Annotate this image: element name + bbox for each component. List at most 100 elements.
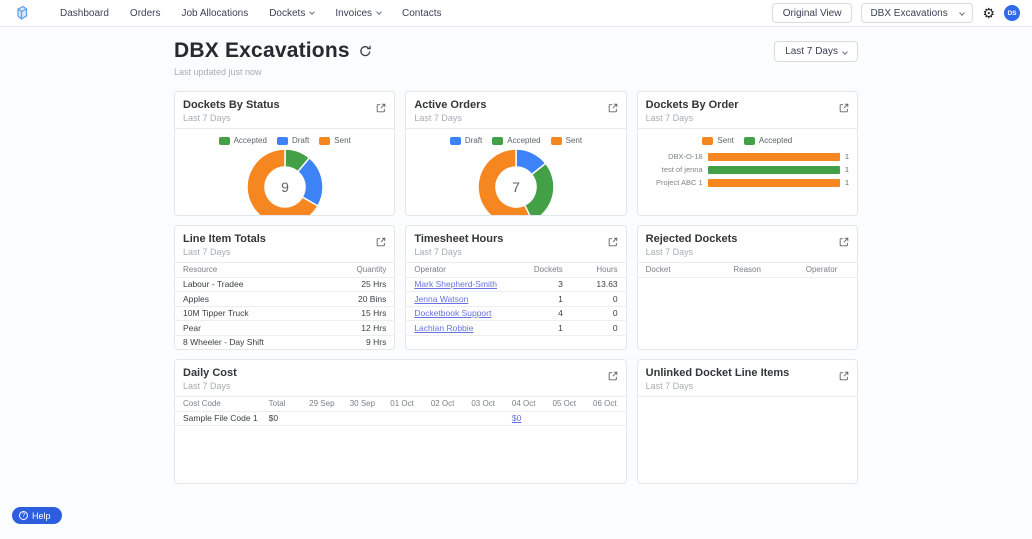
table-timesheet-hours: OperatorDocketsHoursMark Shepherd-Smith3…: [406, 263, 625, 349]
card-subtitle: Last 7 Days: [183, 381, 237, 391]
nav-item-job-allocations[interactable]: Job Allocations: [181, 8, 248, 19]
card-title: Dockets By Order: [646, 99, 739, 111]
chevron-down-icon: [376, 9, 382, 15]
nav-item-invoices[interactable]: Invoices: [335, 8, 381, 19]
expand-icon[interactable]: [839, 100, 849, 118]
table-cell: Mark Shepherd-Smith: [406, 277, 520, 292]
table-row: Sample File Code 1$0$0: [175, 411, 626, 426]
bar-value: 1: [840, 178, 849, 187]
donut-svg: 7: [476, 147, 556, 216]
card-timesheet-hours: Timesheet Hours Last 7 Days OperatorDock…: [405, 225, 626, 350]
nav-item-dashboard[interactable]: Dashboard: [60, 8, 109, 19]
refresh-icon[interactable]: [359, 45, 372, 58]
card-subtitle: Last 7 Days: [183, 113, 280, 123]
expand-icon[interactable]: [376, 234, 386, 252]
table-daily-cost: Cost CodeTotal29 Sep30 Sep01 Oct02 Oct03…: [175, 397, 626, 483]
avatar[interactable]: DS: [1004, 5, 1020, 21]
table-cell: 15 Hrs: [324, 306, 394, 321]
donut-chart-dockets-by-status: 9: [183, 147, 386, 216]
table-row: 10M Tipper Truck15 Hrs: [175, 306, 394, 321]
table-row: Lachlan Robbie10: [406, 321, 625, 336]
legend-item: Sent: [319, 136, 350, 145]
table-cell: [301, 411, 342, 426]
donut-svg: 9: [245, 147, 325, 216]
bar-fill: [708, 153, 840, 161]
legend-swatch: [551, 137, 562, 145]
donut-center-total: 7: [512, 179, 520, 195]
table-header-row: OperatorDocketsHours: [406, 263, 625, 277]
card-subtitle: Last 7 Days: [646, 247, 738, 257]
table-link[interactable]: Mark Shepherd-Smith: [414, 279, 497, 289]
card-dockets-by-status: Dockets By Status Last 7 Days AcceptedDr…: [174, 91, 395, 216]
column-header: 29 Sep: [301, 397, 342, 411]
card-title: Timesheet Hours: [414, 233, 503, 245]
table-link[interactable]: Lachlan Robbie: [414, 323, 473, 333]
column-header: 02 Oct: [423, 397, 464, 411]
bar-category-label: DBX-O-18: [646, 152, 708, 161]
column-header: Operator: [406, 263, 520, 277]
table-cell: 20 Bins: [324, 292, 394, 307]
bar-track: [708, 166, 840, 174]
table-cell: 8 Wheeler - Day Shift: [175, 335, 324, 350]
table-row: Mark Shepherd-Smith313.63: [406, 277, 625, 292]
nav-item-dockets[interactable]: Dockets: [269, 8, 314, 19]
column-header: 30 Sep: [342, 397, 383, 411]
expand-icon[interactable]: [376, 100, 386, 118]
legend-item: Accepted: [492, 136, 540, 145]
column-header: Reason: [725, 263, 797, 277]
nav-item-orders[interactable]: Orders: [130, 8, 161, 19]
table-cell: [544, 411, 585, 426]
legend-swatch: [702, 137, 713, 145]
bar-category-label: Project ABC 1: [646, 178, 708, 187]
legend-item: Sent: [702, 136, 733, 145]
chart-legend: Accepted Draft Sent: [183, 134, 386, 147]
expand-icon[interactable]: [608, 234, 618, 252]
card-subtitle: Last 7 Days: [646, 381, 790, 391]
legend-swatch: [277, 137, 288, 145]
column-header: 03 Oct: [463, 397, 504, 411]
account-selector[interactable]: DBX Excavations: [861, 3, 973, 23]
nav-item-contacts[interactable]: Contacts: [402, 8, 441, 19]
card-subtitle: Last 7 Days: [646, 113, 739, 123]
expand-icon[interactable]: [608, 100, 618, 118]
expand-icon[interactable]: [839, 234, 849, 252]
app-logo-icon[interactable]: [12, 4, 30, 22]
column-header: 05 Oct: [544, 397, 585, 411]
page-head: DBX Excavations Last updated just now La…: [174, 39, 858, 77]
bar-fill: [708, 179, 840, 187]
table-cell: [585, 411, 626, 426]
column-header: Resource: [175, 263, 324, 277]
expand-icon[interactable]: [839, 368, 849, 386]
column-header: Cost Code: [175, 397, 261, 411]
legend-item: Accepted: [219, 136, 267, 145]
bar-row: test of jenna1: [646, 163, 849, 176]
bar-value: 1: [840, 152, 849, 161]
bar-category-label: test of jenna: [646, 165, 708, 174]
table-cell: Sample File Code 1: [175, 411, 261, 426]
table-link[interactable]: Docketbook Support: [414, 308, 491, 318]
settings-gear-icon[interactable]: ⚙: [982, 6, 995, 20]
legend-swatch: [319, 137, 330, 145]
table-cell: Docketbook Support: [406, 306, 520, 321]
date-range-button[interactable]: Last 7 Days: [774, 41, 858, 62]
help-button[interactable]: ? Help: [12, 507, 62, 524]
expand-icon[interactable]: [608, 368, 618, 386]
column-header: Hours: [571, 263, 626, 277]
table-cell: [463, 411, 504, 426]
table-link[interactable]: $0: [512, 413, 521, 423]
legend-item: Sent: [551, 136, 582, 145]
card-subtitle: Last 7 Days: [414, 247, 503, 257]
original-view-button[interactable]: Original View: [772, 3, 853, 23]
legend-item: Draft: [277, 136, 309, 145]
table-cell: Labour - Tradee: [175, 277, 324, 292]
column-header: Dockets: [520, 263, 570, 277]
bar-row: DBX-O-18 1: [646, 150, 849, 163]
card-line-item-totals: Line Item Totals Last 7 Days ResourceQua…: [174, 225, 395, 350]
card-daily-cost: Daily Cost Last 7 Days Cost CodeTotal29 …: [174, 359, 627, 484]
table-link[interactable]: Jenna Watson: [414, 294, 468, 304]
account-selector-value: DBX Excavations: [870, 8, 947, 19]
legend-swatch: [744, 137, 755, 145]
table-row: Jenna Watson10: [406, 292, 625, 307]
chart-legend: DraftAcceptedSent: [414, 134, 617, 147]
question-mark-icon: ?: [19, 511, 28, 520]
